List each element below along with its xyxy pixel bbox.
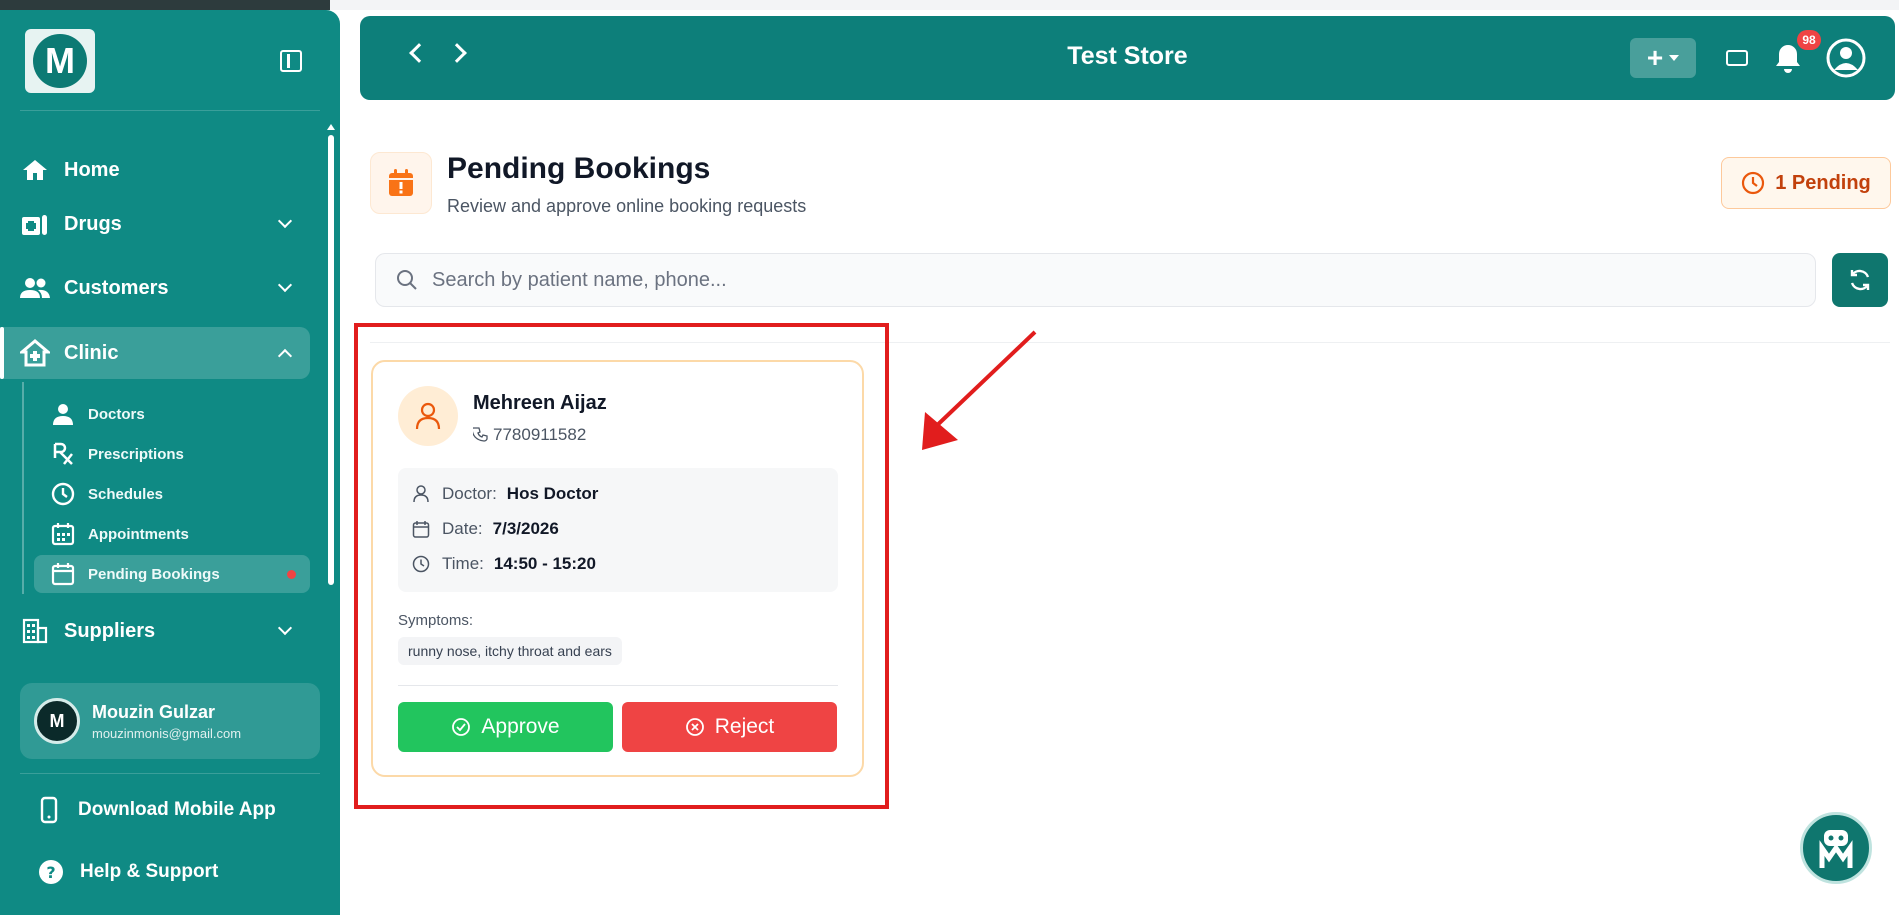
medical-bag-icon xyxy=(20,209,50,239)
scroll-up-arrow[interactable] xyxy=(327,124,335,130)
refresh-icon xyxy=(1850,269,1870,291)
svg-text:?: ? xyxy=(46,863,55,882)
refresh-button[interactable] xyxy=(1832,253,1888,307)
avatar: M xyxy=(34,698,80,744)
submenu-guide-line xyxy=(22,382,24,594)
profile-icon[interactable] xyxy=(1826,38,1866,78)
search-input[interactable] xyxy=(432,268,1732,292)
sidebar-subitem-prescriptions[interactable]: Prescriptions xyxy=(34,435,310,473)
logo-mark: M xyxy=(33,34,87,88)
app-logo[interactable]: M xyxy=(25,29,95,93)
download-mobile-app-label: Download Mobile App xyxy=(78,799,276,820)
building-icon xyxy=(20,616,50,646)
caret-down-icon xyxy=(1669,55,1680,61)
sidebar-subitem-label: Doctors xyxy=(88,405,145,423)
users-icon xyxy=(20,273,50,303)
pending-indicator-dot xyxy=(287,570,296,579)
notification-bell-icon[interactable] xyxy=(1773,42,1803,74)
top-strip xyxy=(0,0,1899,10)
home-icon xyxy=(20,155,50,185)
sidebar-item-drugs[interactable]: Drugs xyxy=(20,198,310,250)
help-support-label: Help & Support xyxy=(80,861,219,882)
sidebar-scrollbar[interactable] xyxy=(328,135,334,585)
chevron-up-icon xyxy=(277,348,293,364)
user-name: Mouzin Gulzar xyxy=(92,701,215,722)
mobile-phone-icon xyxy=(36,795,62,825)
sidebar-item-label: Clinic xyxy=(64,341,119,364)
search-bar xyxy=(375,253,1816,307)
sidebar-divider xyxy=(20,773,320,774)
sidebar-subitem-label: Appointments xyxy=(88,525,189,543)
annotation-arrow-icon xyxy=(922,330,1037,450)
rx-icon xyxy=(50,441,76,467)
sidebar-item-home[interactable]: Home xyxy=(20,144,310,196)
top-header: Test Store + 98 xyxy=(360,16,1895,100)
sidebar: M Home Drugs Customers Clinic Doctors Pr… xyxy=(0,10,340,915)
calendar-grid-icon xyxy=(50,521,76,547)
robot-icon xyxy=(1819,830,1853,868)
person-icon xyxy=(50,401,76,427)
user-profile-card[interactable]: M Mouzin Gulzar mouzinmonis@gmail.com xyxy=(20,683,320,759)
page-title: Pending Bookings xyxy=(447,152,711,185)
keyboard-icon[interactable] xyxy=(1726,50,1748,66)
calendar-alert-icon xyxy=(389,169,413,196)
page-subtitle: Review and approve online booking reques… xyxy=(447,196,807,216)
sidebar-item-customers[interactable]: Customers xyxy=(20,262,310,314)
sidebar-subitem-pending-bookings[interactable]: Pending Bookings xyxy=(34,555,310,593)
chevron-down-icon xyxy=(277,620,293,636)
clock-icon xyxy=(50,481,76,507)
help-support-link[interactable]: ? Help & Support xyxy=(38,852,218,892)
sidebar-divider xyxy=(20,110,320,111)
sidebar-subitem-label: Schedules xyxy=(88,485,164,503)
sidebar-subitem-label: Pending Bookings xyxy=(88,565,220,583)
quick-add-button[interactable]: + xyxy=(1630,38,1696,78)
chevron-down-icon xyxy=(277,277,293,293)
pending-count-label: 1 Pending xyxy=(1775,171,1871,194)
sidebar-item-label: Customers xyxy=(64,276,169,299)
sidebar-subitem-label: Prescriptions xyxy=(88,445,184,463)
sidebar-collapse-icon[interactable] xyxy=(280,50,302,72)
download-mobile-app-link[interactable]: Download Mobile App xyxy=(36,790,276,830)
annotation-highlight-box xyxy=(354,323,889,809)
sidebar-subitem-doctors[interactable]: Doctors xyxy=(34,395,310,433)
user-email: mouzinmonis@gmail.com xyxy=(92,725,242,741)
calendar-icon xyxy=(50,561,76,587)
sidebar-item-suppliers[interactable]: Suppliers xyxy=(20,605,310,657)
sidebar-subitem-schedules[interactable]: Schedules xyxy=(34,475,310,513)
sidebar-item-label: Suppliers xyxy=(64,619,156,642)
top-strip-inner xyxy=(330,0,1899,10)
notification-count-badge: 98 xyxy=(1797,30,1821,50)
clock-icon xyxy=(1741,171,1765,195)
sidebar-item-clinic[interactable]: Clinic xyxy=(0,327,310,379)
sidebar-item-label: Drugs xyxy=(64,212,122,235)
plus-icon: + xyxy=(1646,42,1664,73)
sidebar-subitem-appointments[interactable]: Appointments xyxy=(34,515,310,553)
search-icon xyxy=(397,270,417,290)
page-icon-box xyxy=(370,152,432,214)
assistant-bot-button[interactable] xyxy=(1800,812,1872,884)
chevron-down-icon xyxy=(277,213,293,229)
sidebar-item-label: Home xyxy=(64,158,120,181)
help-circle-icon: ? xyxy=(38,857,64,887)
pending-count-badge: 1 Pending xyxy=(1721,157,1891,209)
clinic-house-icon xyxy=(20,338,50,368)
